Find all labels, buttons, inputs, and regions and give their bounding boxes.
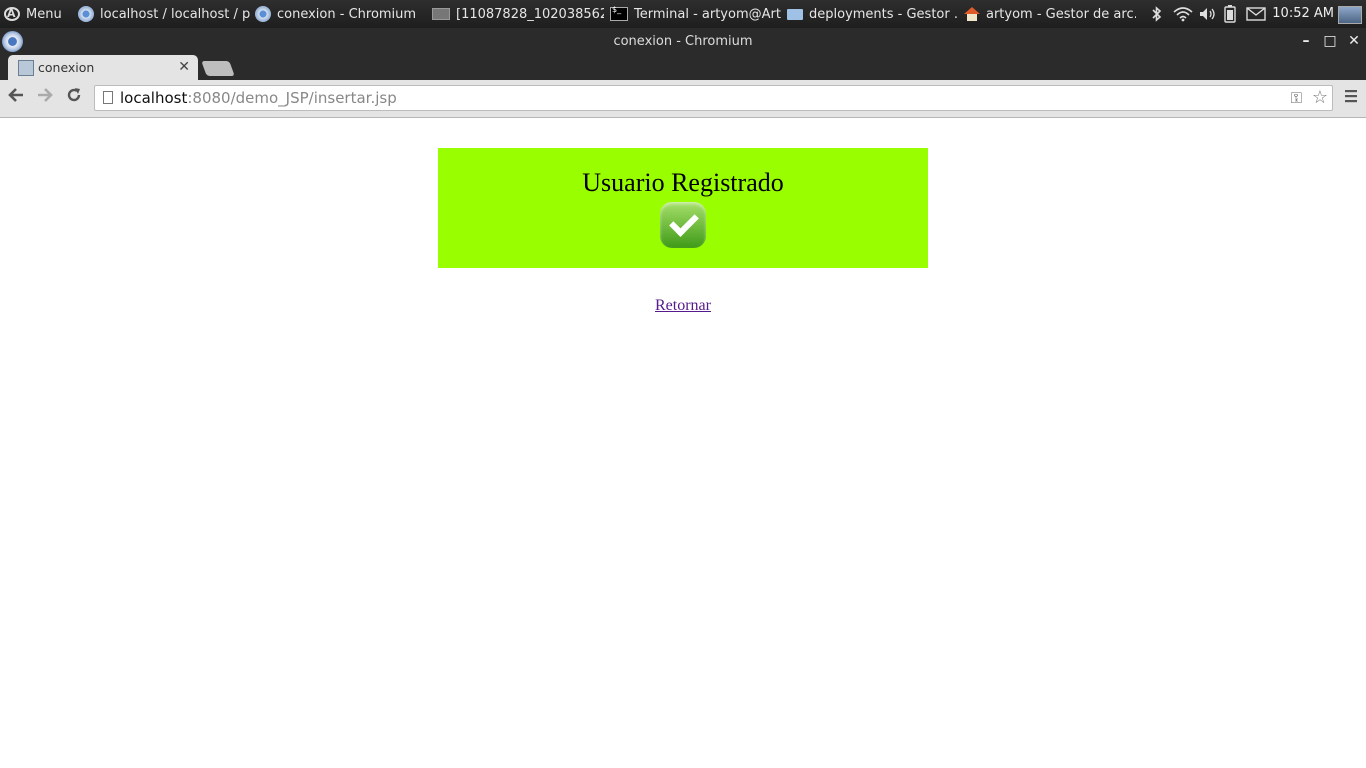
- clock[interactable]: 10:52 AM: [1272, 0, 1334, 28]
- task-deployments[interactable]: deployments - Gestor ...: [787, 0, 957, 28]
- system-tray: [1150, 0, 1266, 28]
- battery-icon[interactable]: [1224, 5, 1236, 23]
- page-content: Usuario Registrado Retornar: [0, 118, 1366, 768]
- task-label: deployments - Gestor ...: [809, 6, 957, 22]
- address-bar[interactable]: localhost:8080/demo_JSP/insertar.jsp ⚿ ☆: [94, 85, 1333, 111]
- taskbar: Menu localhost / localhost / p... conexi…: [0, 0, 1366, 28]
- window-title: conexion - Chromium: [613, 34, 753, 49]
- favicon-icon: [18, 60, 34, 76]
- folder-icon: [787, 8, 803, 20]
- task-localhost[interactable]: localhost / localhost / p...: [78, 0, 250, 28]
- checkmark-icon: [660, 202, 706, 248]
- return-link-container: Retornar: [0, 297, 1366, 315]
- maximize-button[interactable]: □: [1318, 28, 1342, 55]
- return-link[interactable]: Retornar: [655, 297, 711, 314]
- image-icon: [432, 8, 450, 20]
- task-terminal[interactable]: Terminal - artyom@Art...: [610, 0, 782, 28]
- task-label: conexion - Chromium: [277, 6, 417, 22]
- menu-button[interactable]: Menu: [4, 0, 66, 28]
- task-label: [11087828_1020385625...: [456, 6, 604, 22]
- menu-label: Menu: [26, 6, 62, 22]
- new-tab-button[interactable]: [201, 61, 235, 76]
- minimize-button[interactable]: –: [1294, 28, 1318, 55]
- chromium-icon: [255, 6, 271, 22]
- chromium-icon: [78, 6, 94, 22]
- close-tab-icon[interactable]: ✕: [178, 55, 190, 80]
- menu-icon: [4, 7, 20, 21]
- page-icon: [103, 91, 113, 104]
- task-home-folder[interactable]: artyom - Gestor de arc...: [964, 0, 1136, 28]
- close-window-button[interactable]: ✕: [1342, 28, 1366, 55]
- url-path: :8080/demo_JSP/insertar.jsp: [187, 89, 397, 107]
- back-button[interactable]: [4, 86, 28, 110]
- reload-button[interactable]: [62, 86, 86, 110]
- forward-button[interactable]: [33, 86, 57, 110]
- home-folder-icon: [964, 7, 980, 21]
- task-conexion[interactable]: conexion - Chromium: [255, 0, 425, 28]
- terminal-icon: [610, 5, 628, 21]
- forward-arrow-icon: [38, 88, 53, 102]
- bookmark-star-icon[interactable]: ☆: [1312, 86, 1328, 110]
- task-label: Terminal - artyom@Art...: [634, 6, 782, 22]
- browser-menu-button[interactable]: [1340, 86, 1362, 110]
- mail-icon[interactable]: [1246, 7, 1266, 21]
- back-arrow-icon: [8, 88, 23, 102]
- success-banner: Usuario Registrado: [438, 148, 928, 268]
- browser-toolbar: localhost:8080/demo_JSP/insertar.jsp ⚿ ☆: [0, 80, 1366, 118]
- key-icon[interactable]: ⚿: [1291, 86, 1302, 110]
- url-host: localhost: [120, 89, 188, 107]
- show-desktop-icon[interactable]: [1338, 6, 1362, 24]
- window-titlebar[interactable]: conexion - Chromium – □ ✕: [0, 28, 1366, 55]
- banner-title: Usuario Registrado: [582, 168, 784, 197]
- wifi-icon[interactable]: [1172, 6, 1194, 22]
- hamburger-menu-icon: [1345, 90, 1357, 103]
- tab-strip: conexion ✕: [0, 55, 1366, 80]
- task-label: localhost / localhost / p...: [100, 6, 250, 22]
- reload-icon: [67, 88, 81, 102]
- url-text[interactable]: localhost:8080/demo_JSP/insertar.jsp: [120, 86, 397, 110]
- volume-icon[interactable]: [1198, 6, 1218, 22]
- bluetooth-icon[interactable]: [1150, 6, 1164, 22]
- task-image[interactable]: [11087828_1020385625...: [432, 0, 604, 28]
- task-label: artyom - Gestor de arc...: [986, 6, 1136, 22]
- tab-title: conexion: [38, 60, 95, 75]
- tab-conexion[interactable]: conexion ✕: [8, 55, 198, 80]
